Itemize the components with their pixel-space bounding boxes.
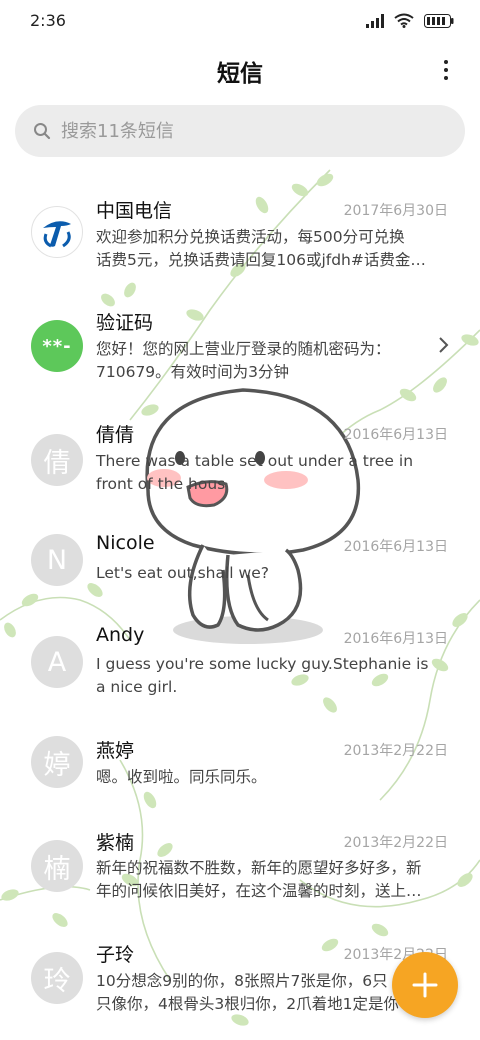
message-preview: 新年的祝福数不胜数，新年的愿望好多好多，新 年的问候依旧美好，在这个温馨的时刻，… — [96, 857, 450, 903]
list-item[interactable]: N Nicole 2016年6月13日 Let's eat out,shall … — [0, 516, 480, 616]
avatar: 玲 — [31, 952, 83, 1004]
avatar: N — [31, 534, 83, 586]
avatar: 楠 — [31, 840, 83, 892]
status-bar: 2:36 — [0, 0, 480, 42]
signal-icon — [366, 13, 384, 28]
contact-name: 中国电信 — [96, 200, 173, 222]
search-input[interactable] — [61, 120, 421, 142]
contact-name: 验证码 — [96, 312, 154, 334]
message-preview: I guess you're some lucky guy.Stephanie … — [96, 653, 450, 699]
avatar: 婷 — [31, 736, 83, 788]
preview-line: Let's eat out,shall we? — [96, 564, 269, 582]
battery-icon — [424, 13, 454, 28]
preview-line: front of the hous — [96, 475, 226, 493]
contact-name: Nicole — [96, 532, 155, 554]
message-date: 2017年6月30日 — [343, 203, 448, 219]
message-date: 2016年6月13日 — [343, 427, 448, 443]
status-icons — [366, 13, 454, 28]
preview-line: There was a table set out under a tree i… — [96, 452, 414, 470]
message-preview: 嗯。收到啦。同乐同乐。 — [96, 766, 450, 789]
list-item[interactable]: 楠 紫楠 2013年2月22日 新年的祝福数不胜数，新年的愿望好多好多，新 年的… — [0, 812, 480, 912]
preview-line: 嗯。收到啦。同乐同乐。 — [96, 768, 267, 786]
verification-avatar: **- — [31, 320, 83, 372]
message-date: 2013年2月22日 — [343, 835, 448, 851]
message-preview: 您好！您的网上营业厅登录的随机密码为： 710679。有效时间为3分钟 — [96, 338, 450, 384]
preview-line: 新年的祝福数不胜数，新年的愿望好多好多，新 — [96, 859, 422, 877]
plus-icon — [412, 972, 438, 998]
message-date: 2016年6月13日 — [343, 631, 448, 647]
list-item[interactable]: **- 验证码 您好！您的网上营业厅登录的随机密码为： 710679。有效时间为… — [0, 292, 480, 392]
new-message-button[interactable] — [392, 952, 458, 1018]
preview-line: 欢迎参加积分兑换话费活动，每500分可兑换 — [96, 228, 405, 246]
search-bar[interactable] — [15, 105, 465, 157]
preview-line: 710679。有效时间为3分钟 — [96, 363, 290, 381]
search-icon — [34, 123, 51, 140]
list-item[interactable]: A Andy 2016年6月13日 I guess you're some lu… — [0, 608, 480, 708]
preview-line: a nice girl. — [96, 678, 178, 696]
message-date: 2016年6月13日 — [343, 539, 448, 555]
message-preview: 欢迎参加积分兑换话费活动，每500分可兑换 话费5元，兑换话费请回复106或jf… — [96, 226, 450, 272]
app-bar: 短信 — [0, 42, 480, 98]
list-item[interactable]: 婷 燕婷 2013年2月22日 嗯。收到啦。同乐同乐。 — [0, 720, 480, 820]
preview-line: 您好！您的网上营业厅登录的随机密码为： — [96, 340, 391, 358]
contact-name: 燕婷 — [96, 740, 135, 762]
list-item[interactable]: 倩 倩倩 2016年6月13日 There was a table set ou… — [0, 404, 480, 504]
contact-name: 紫楠 — [96, 832, 135, 854]
avatar: A — [31, 636, 83, 688]
preview-line: 话费5元，兑换话费请回复106或jfdh#话费金… — [96, 251, 426, 269]
avatar: 倩 — [31, 434, 83, 486]
wifi-icon — [394, 13, 414, 28]
page-title: 短信 — [217, 61, 263, 87]
contact-name: 倩倩 — [96, 424, 135, 446]
chevron-right-icon[interactable] — [438, 336, 450, 354]
preview-line: 年的问候依旧美好，在这个温馨的时刻，送上… — [96, 882, 422, 900]
contact-name: 子玲 — [96, 944, 135, 966]
contact-name: Andy — [96, 624, 145, 646]
message-preview: Let's eat out,shall we? — [96, 562, 450, 585]
message-preview: There was a table set out under a tree i… — [96, 450, 450, 496]
message-date: 2013年2月22日 — [343, 743, 448, 759]
china-telecom-logo-icon — [31, 206, 83, 258]
list-item[interactable]: 中国电信 2017年6月30日 欢迎参加积分兑换话费活动，每500分可兑换 话费… — [0, 180, 480, 280]
more-options-icon[interactable] — [438, 56, 454, 84]
status-time: 2:36 — [30, 11, 66, 30]
preview-line: I guess you're some lucky guy.Stephanie … — [96, 655, 429, 673]
